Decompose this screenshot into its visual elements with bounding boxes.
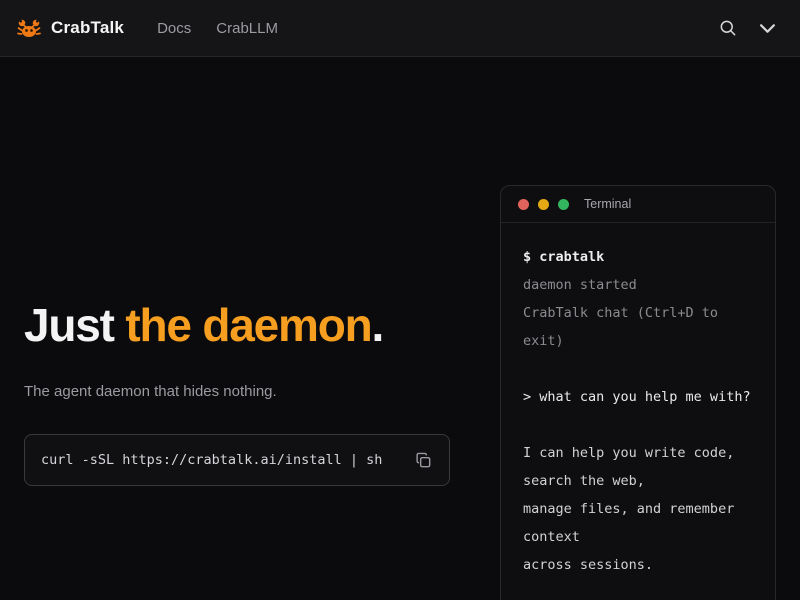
terminal-line bbox=[523, 411, 753, 439]
terminal-line: manage files, and remember bbox=[523, 495, 753, 523]
terminal-line bbox=[523, 355, 753, 383]
brand-logo[interactable]: CrabTalk bbox=[17, 18, 124, 39]
nav-link-crabllm[interactable]: CrabLLM bbox=[216, 20, 278, 37]
search-icon bbox=[718, 18, 738, 38]
terminal-line: $ crabtalk bbox=[523, 243, 753, 271]
terminal-window: Terminal $ crabtalkdaemon startedCrabTal… bbox=[500, 185, 776, 600]
terminal-line: exit) bbox=[523, 327, 753, 355]
zoom-window-dot[interactable] bbox=[558, 199, 569, 210]
navbar-right bbox=[716, 16, 778, 40]
minimize-window-dot[interactable] bbox=[538, 199, 549, 210]
install-command-block: curl -sSL https://crabtalk.ai/install | … bbox=[24, 434, 450, 486]
window-controls bbox=[518, 199, 569, 210]
hero-subtitle: The agent daemon that hides nothing. bbox=[24, 383, 277, 400]
top-navbar: CrabTalk Docs CrabLLM bbox=[0, 0, 800, 57]
copy-icon bbox=[414, 451, 433, 470]
terminal-line: context bbox=[523, 523, 753, 551]
search-button[interactable] bbox=[716, 16, 740, 40]
terminal-body: $ crabtalkdaemon startedCrabTalk chat (C… bbox=[501, 223, 775, 599]
close-window-dot[interactable] bbox=[518, 199, 529, 210]
menu-expand-button[interactable] bbox=[757, 21, 778, 36]
title-prefix: Just bbox=[24, 299, 125, 351]
terminal-line: across sessions. bbox=[523, 551, 753, 579]
install-command-text: curl -sSL https://crabtalk.ai/install | … bbox=[41, 452, 412, 468]
title-suffix: . bbox=[372, 299, 384, 351]
nav-link-docs[interactable]: Docs bbox=[157, 20, 191, 37]
terminal-line: daemon started bbox=[523, 271, 753, 299]
crab-icon bbox=[17, 18, 41, 39]
terminal-title: Terminal bbox=[584, 197, 631, 211]
nav-links: Docs CrabLLM bbox=[157, 20, 278, 37]
terminal-line: CrabTalk chat (Ctrl+D to bbox=[523, 299, 753, 327]
page-title: Just the daemon. bbox=[24, 299, 383, 352]
terminal-line: search the web, bbox=[523, 467, 753, 495]
terminal-line: > what can you help me with? bbox=[523, 383, 753, 411]
title-highlight: the daemon bbox=[125, 299, 371, 351]
copy-command-button[interactable] bbox=[412, 449, 435, 472]
terminal-header[interactable]: Terminal bbox=[501, 186, 775, 223]
chevron-down-icon bbox=[759, 23, 776, 34]
brand-name: CrabTalk bbox=[51, 18, 124, 38]
terminal-line: I can help you write code, bbox=[523, 439, 753, 467]
